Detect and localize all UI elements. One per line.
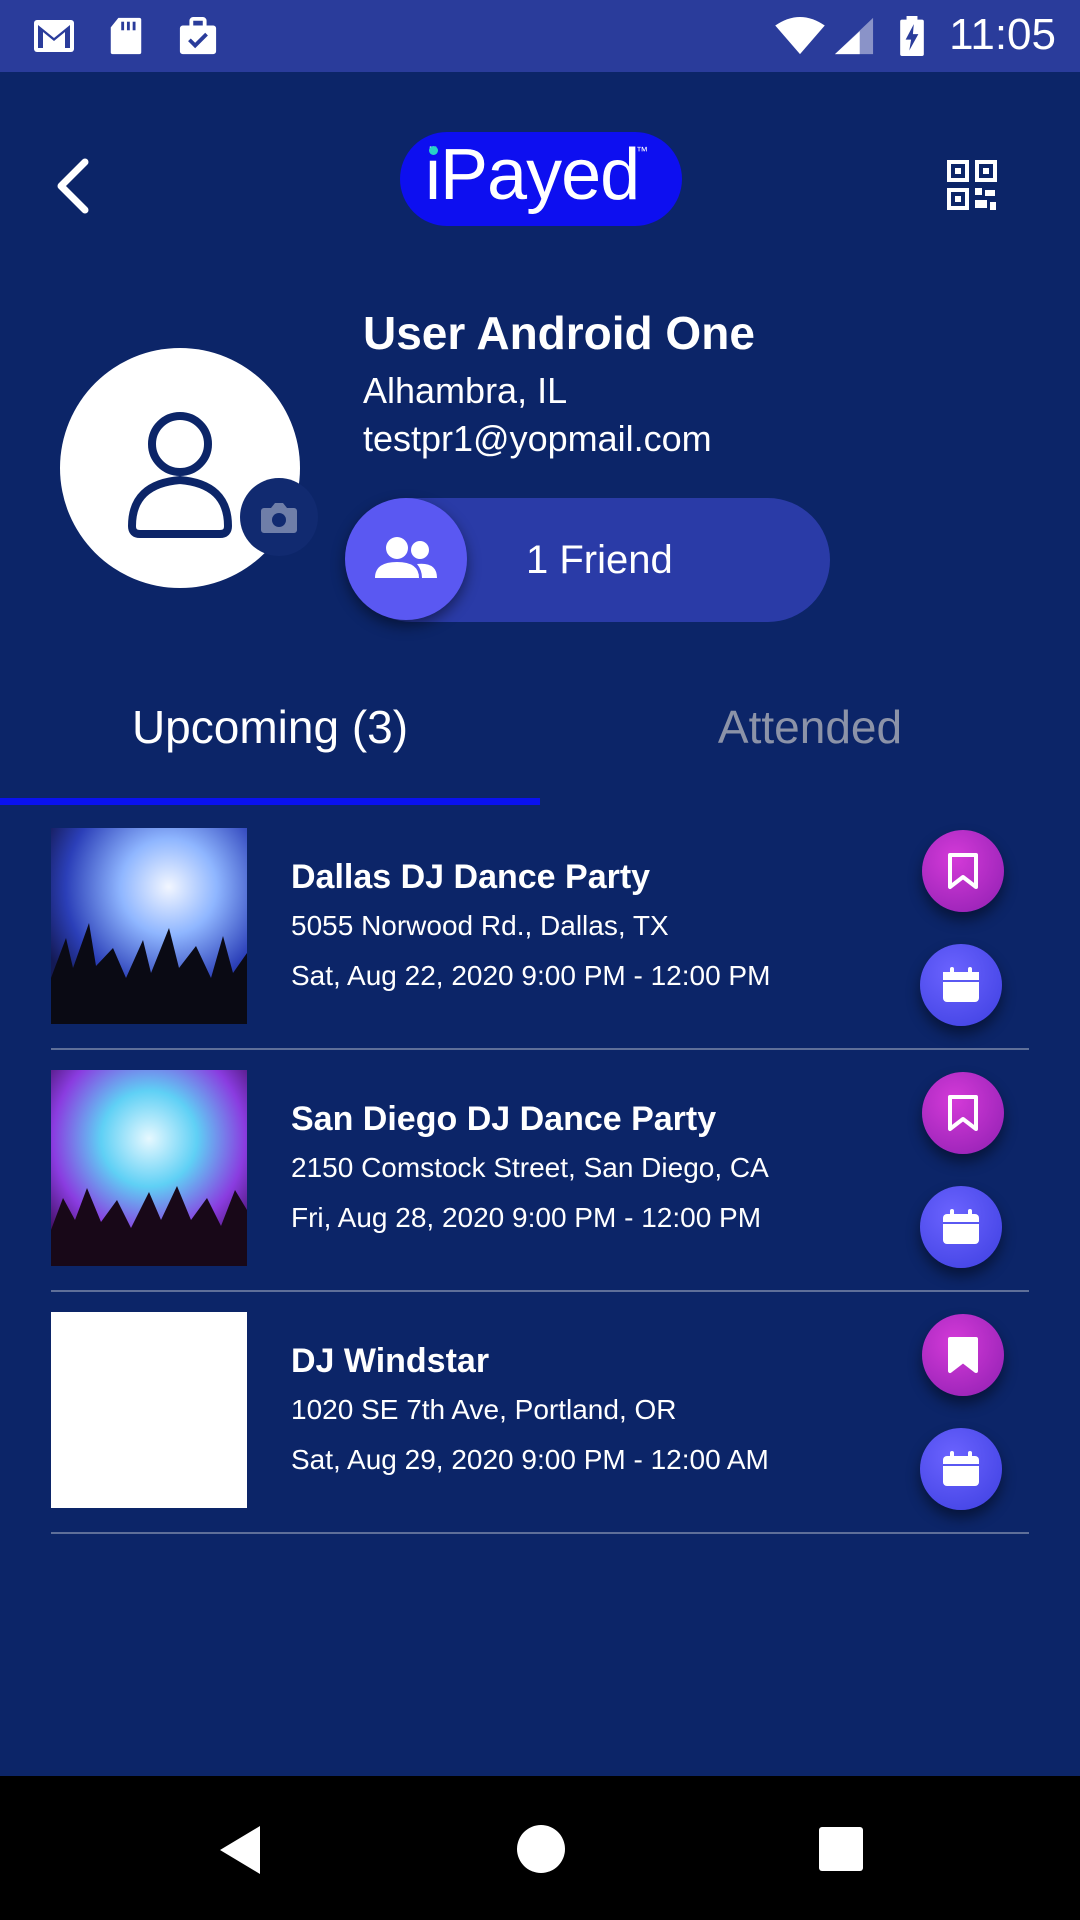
logo-text: iPayed [425, 135, 640, 215]
friends-icon [375, 537, 437, 578]
bookmark-outline-icon [948, 853, 978, 889]
qr-code-icon[interactable] [947, 160, 997, 212]
event-image [51, 1070, 247, 1266]
profile-name: User Android One [363, 307, 755, 359]
nav-recents-icon[interactable] [818, 1826, 864, 1872]
wifi-icon [775, 16, 825, 55]
status-time: 11:05 [949, 10, 1056, 59]
event-title[interactable]: San Diego DJ Dance Party [291, 1100, 716, 1139]
signal-icon [834, 17, 874, 55]
sd-card-icon [110, 17, 142, 55]
tab-indicator [0, 798, 540, 805]
event-datetime: Fri, Aug 28, 2020 9:00 PM - 12:00 PM [291, 1202, 762, 1233]
event-address: 2150 Comstock Street, San Diego, CA [291, 1152, 769, 1183]
bookmark-button[interactable] [922, 1072, 1004, 1154]
tab-upcoming[interactable]: Upcoming (3) [0, 700, 540, 754]
calendar-icon [943, 1209, 979, 1244]
event-address: 5055 Norwood Rd., Dallas, TX [291, 910, 669, 941]
nav-home-icon[interactable] [516, 1824, 566, 1874]
add-to-calendar-button[interactable] [920, 944, 1002, 1026]
calendar-icon [943, 967, 979, 1002]
bookmark-button[interactable] [922, 830, 1004, 912]
event-address: 1020 SE 7th Ave, Portland, OR [291, 1394, 677, 1425]
event-datetime: Sat, Aug 22, 2020 9:00 PM - 12:00 PM [291, 960, 771, 991]
nav-back-icon[interactable] [216, 1824, 264, 1876]
event-datetime: Sat, Aug 29, 2020 9:00 PM - 12:00 AM [291, 1444, 769, 1475]
event-row[interactable]: San Diego DJ Dance Party 2150 Comstock S… [51, 1050, 1029, 1292]
profile-location: Alhambra, IL [363, 370, 568, 411]
back-icon[interactable] [55, 158, 91, 214]
row-divider [51, 1532, 1029, 1534]
tab-attended[interactable]: Attended [540, 700, 1080, 754]
briefcase-check-icon [179, 16, 217, 55]
bookmark-button[interactable] [922, 1314, 1004, 1396]
event-row[interactable]: DJ Windstar 1020 SE 7th Ave, Portland, O… [51, 1292, 1029, 1534]
system-nav-bar [0, 1776, 1080, 1920]
event-title[interactable]: DJ Windstar [291, 1342, 489, 1381]
calendar-icon [943, 1451, 979, 1486]
event-row[interactable]: Dallas DJ Dance Party 5055 Norwood Rd., … [51, 808, 1029, 1050]
battery-charging-icon [900, 16, 924, 56]
event-title[interactable]: Dallas DJ Dance Party [291, 858, 650, 897]
event-image-placeholder [51, 1312, 247, 1508]
profile-email: testpr1@yopmail.com [363, 418, 712, 459]
logo-trademark: ™ [636, 144, 648, 158]
logo-dot [429, 146, 438, 155]
event-image [51, 828, 247, 1024]
camera-icon [261, 503, 297, 533]
add-to-calendar-button[interactable] [920, 1428, 1002, 1510]
bookmark-filled-icon [948, 1337, 978, 1373]
bookmark-outline-icon [948, 1095, 978, 1131]
change-photo-button[interactable] [240, 478, 318, 556]
friends-icon-circle[interactable] [345, 498, 467, 620]
friends-count: 1 Friend [526, 538, 673, 582]
add-to-calendar-button[interactable] [920, 1186, 1002, 1268]
status-bar: 11:05 [0, 0, 1080, 72]
gmail-icon [34, 20, 74, 52]
